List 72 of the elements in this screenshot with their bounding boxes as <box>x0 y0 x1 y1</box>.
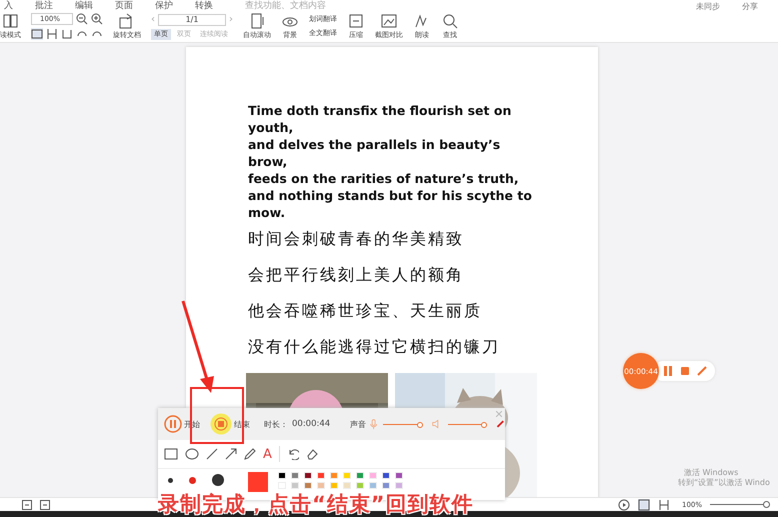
menu-tab[interactable]: 转换 <box>195 2 213 11</box>
color-swatch[interactable] <box>330 482 338 489</box>
pen-size-dot[interactable] <box>189 476 196 484</box>
arrow-tool-icon[interactable] <box>225 448 237 460</box>
caption-overlay: 录制完成，点击“结束”回到软件 <box>158 493 474 515</box>
rectangle-tool-icon[interactable] <box>164 448 178 460</box>
poem-line: and nothing stands but for his scythe to mow. <box>248 187 533 221</box>
fit-page-icon[interactable] <box>638 498 650 510</box>
poem-line: 没有什么能逃得过它横扫的镰刀 <box>248 336 501 358</box>
zoom-in-icon[interactable] <box>91 13 104 25</box>
activation-notice: 转到“设置”以激活 Windo <box>678 478 770 488</box>
text-tool[interactable]: A <box>263 446 272 462</box>
color-swatch[interactable] <box>330 472 338 479</box>
page-number-field[interactable]: 1/1 <box>158 14 226 26</box>
duration-value: 00:00:44 <box>292 419 330 429</box>
ellipse-tool-icon[interactable] <box>185 448 199 460</box>
account-link[interactable]: 分享 <box>742 2 758 11</box>
zoom-out-icon[interactable] <box>76 13 88 25</box>
sound-label: 声音 <box>350 418 366 430</box>
color-swatch[interactable] <box>382 472 390 479</box>
fit-page-icon[interactable] <box>31 28 43 40</box>
color-swatch[interactable] <box>369 472 377 479</box>
compress-icon <box>347 13 366 29</box>
pen-size-dot[interactable] <box>212 474 224 486</box>
first-page-icon[interactable] <box>22 500 32 510</box>
color-swatch[interactable] <box>369 482 377 489</box>
microphone-icon <box>370 417 378 431</box>
poem-line: 时间会刺破青春的华美精致 <box>248 228 465 250</box>
color-swatch[interactable] <box>317 482 325 489</box>
color-swatch[interactable] <box>395 482 403 489</box>
search-icon <box>441 13 460 29</box>
pen-icon[interactable] <box>697 366 707 376</box>
eraser-icon[interactable] <box>306 448 318 460</box>
color-swatch[interactable] <box>291 472 299 479</box>
color-swatch[interactable] <box>343 472 351 479</box>
pen-icon[interactable] <box>496 418 505 430</box>
activation-notice: 激活 Windows <box>684 468 740 478</box>
color-swatch[interactable] <box>304 472 312 479</box>
line-tool-icon[interactable] <box>206 448 218 460</box>
poem-line: 他会吞噬稀世珍宝、天生丽质 <box>248 300 483 322</box>
fit-width-icon[interactable] <box>658 498 670 510</box>
undo-icon[interactable] <box>286 448 299 460</box>
duration-label: 时长： <box>264 418 288 430</box>
menu-tab[interactable]: 保护 <box>155 2 173 11</box>
menu-tab[interactable]: 页面 <box>115 2 133 11</box>
last-page-icon[interactable] <box>40 500 50 510</box>
stop-icon <box>210 413 232 435</box>
account-link[interactable]: 未同步 <box>696 2 720 11</box>
menu-tab[interactable]: 入 <box>4 2 13 11</box>
color-swatch[interactable] <box>317 472 325 479</box>
menu-tab[interactable]: 批注 <box>35 2 53 11</box>
pause-icon <box>164 415 182 433</box>
highlighter-tool-icon[interactable] <box>244 448 256 460</box>
play-icon[interactable] <box>618 498 630 510</box>
actual-size-icon[interactable] <box>61 28 73 40</box>
poem-line: feeds on the rarities of nature’s truth, <box>248 170 520 187</box>
color-swatch[interactable] <box>356 482 364 489</box>
color-swatch[interactable] <box>356 472 364 479</box>
fit-width-icon[interactable] <box>46 28 58 40</box>
color-swatch[interactable] <box>343 482 351 489</box>
color-swatch[interactable] <box>382 482 390 489</box>
color-swatch[interactable] <box>304 482 312 489</box>
poem-line: 会把平行线刻上美人的额角 <box>248 264 465 286</box>
menu-tab[interactable]: 编辑 <box>75 2 93 11</box>
pause-icon[interactable] <box>663 365 673 377</box>
color-swatch[interactable] <box>278 472 286 479</box>
pen-size-dot[interactable] <box>168 478 173 482</box>
color-swatch[interactable] <box>395 472 403 479</box>
picture-frame-icon <box>380 13 398 29</box>
color-swatch[interactable] <box>291 482 299 489</box>
stop-icon[interactable] <box>680 366 690 376</box>
book-icon <box>2 13 20 29</box>
